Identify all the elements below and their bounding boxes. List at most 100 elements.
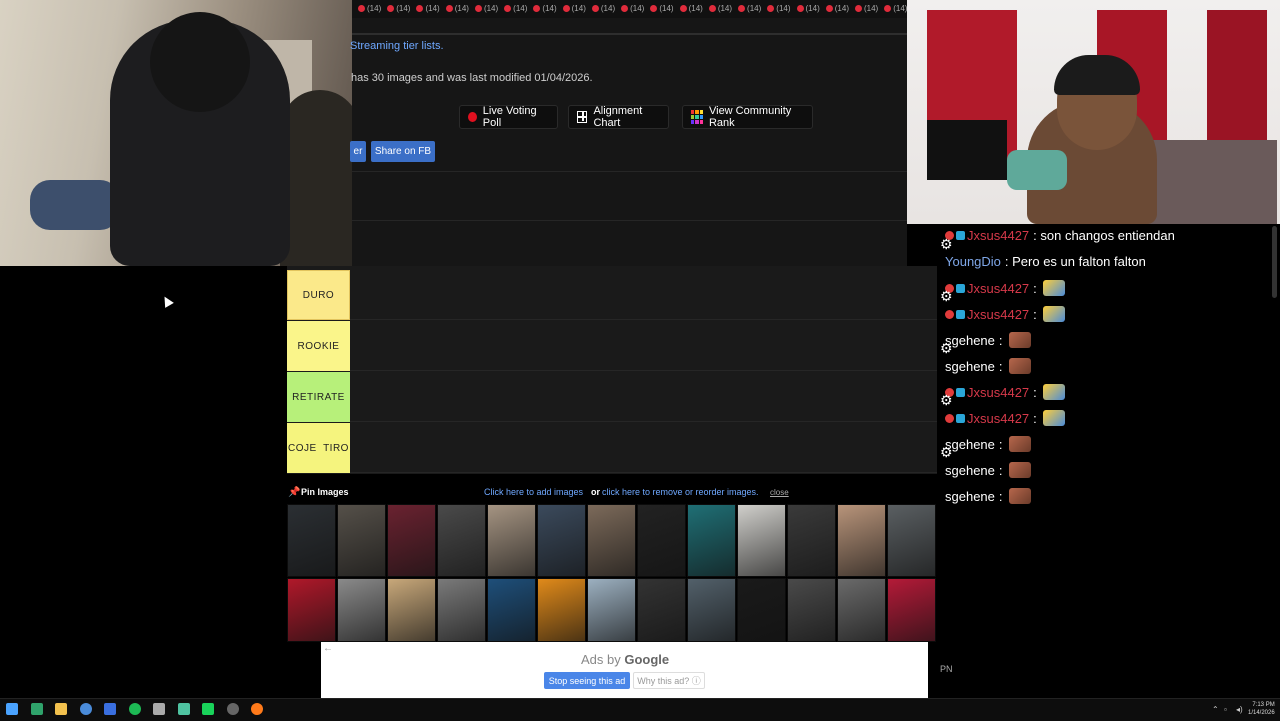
obs-icon[interactable] [226, 703, 239, 715]
windows-icon[interactable] [6, 703, 18, 715]
spotify-icon[interactable] [128, 703, 141, 715]
notification-count: (14) [425, 4, 440, 13]
file-explorer-icon[interactable] [55, 703, 67, 715]
divider [352, 220, 907, 221]
tier-image-thumbnail[interactable] [887, 578, 936, 642]
pen-icon[interactable] [153, 703, 165, 715]
tier-image-thumbnail[interactable] [337, 504, 386, 577]
chat-username[interactable]: sgehene [945, 359, 995, 374]
windows-taskbar [0, 698, 1280, 721]
notification-count: (14) [367, 4, 382, 13]
tier-image-thumbnail[interactable] [287, 504, 336, 577]
tier-label-coje-tiro[interactable]: COJE TIRO [287, 423, 350, 473]
share-twitter-button[interactable]: er [350, 141, 366, 162]
tier-label-duro[interactable]: DURO [287, 270, 350, 320]
tier-image-thumbnail[interactable] [737, 504, 786, 577]
gear-icon[interactable]: ⚙ [940, 288, 953, 305]
gear-icon[interactable]: ⚙ [940, 340, 953, 357]
app-blue-icon[interactable] [104, 703, 116, 715]
tier-image-thumbnail[interactable] [287, 578, 336, 642]
add-images-link[interactable]: Click here to add images [484, 487, 583, 497]
tier-image-thumbnail[interactable] [537, 504, 586, 577]
streaming-tier-lists-link[interactable]: Streaming tier lists. [350, 40, 444, 52]
share-facebook-button[interactable]: Share on FB [371, 141, 435, 162]
tier-image-thumbnail[interactable] [787, 504, 836, 577]
chat-text: : [998, 462, 1003, 478]
tier-image-thumbnail[interactable] [487, 504, 536, 577]
terminal-icon[interactable] [30, 703, 43, 715]
tier-image-thumbnail[interactable] [787, 578, 836, 642]
chat-text: : son changos entiendan [1033, 228, 1175, 243]
tier-row-duro[interactable] [350, 270, 937, 320]
tier-label-rookie[interactable]: ROOKIE [287, 321, 350, 371]
tier-row-retirate[interactable] [350, 372, 937, 422]
green-app-icon[interactable] [202, 703, 214, 715]
notification-count: (14) [717, 4, 733, 13]
chat-scrollbar[interactable] [1272, 226, 1277, 298]
chat-username[interactable]: Jxsus4427 [967, 228, 1029, 243]
tier-image-thumbnail[interactable] [387, 504, 436, 577]
tier-image-thumbnail[interactable] [837, 578, 886, 642]
tier-image-thumbnail[interactable] [587, 578, 636, 642]
tier-image-thumbnail[interactable] [837, 504, 886, 577]
emote-face-icon [1008, 358, 1031, 374]
webcam-right [907, 0, 1280, 224]
notification-count: (14) [571, 4, 586, 13]
chat-message: Jxsus4427: [945, 280, 1065, 296]
chat-username[interactable]: sgehene [945, 489, 995, 504]
blue-badge-icon [956, 309, 965, 319]
pin-images-toggle[interactable]: Pin Images [301, 487, 349, 497]
chat-username[interactable]: Jxsus4427 [967, 307, 1029, 322]
tier-image-thumbnail[interactable] [687, 504, 736, 577]
gear-icon[interactable]: ⚙ [940, 236, 953, 253]
blue-badge-icon [956, 231, 965, 240]
live-voting-poll-button[interactable]: Live Voting Poll [459, 105, 558, 129]
blue-badge-icon [956, 283, 965, 293]
gear-icon[interactable]: ⚙ [940, 392, 953, 409]
tier-row-coje-tiro[interactable] [350, 423, 937, 473]
tier-image-thumbnail[interactable] [437, 504, 486, 577]
tier-image-thumbnail[interactable] [637, 578, 686, 642]
tier-image-thumbnail[interactable] [587, 504, 636, 577]
clock-time: 7:13 PM [1252, 702, 1275, 708]
chat-username[interactable]: sgehene [945, 463, 995, 478]
notification-dot-icon [416, 5, 424, 13]
notification-dot-icon [445, 5, 453, 13]
alignment-chart-button[interactable]: Alignment Chart [568, 105, 669, 129]
view-community-rank-button[interactable]: View Community Rank [682, 105, 813, 129]
tier-image-thumbnail[interactable] [337, 578, 386, 642]
firefox-icon[interactable] [251, 703, 263, 715]
stop-seeing-ad-button[interactable]: Stop seeing this ad [544, 672, 630, 689]
chat-username[interactable]: Jxsus4427 [967, 385, 1029, 400]
why-this-ad-button[interactable]: Why this ad? ⓘ [633, 672, 705, 689]
notification-count: (14) [834, 4, 849, 13]
back-arrow-icon[interactable]: ← [323, 643, 333, 654]
tray-up-icon[interactable]: ⌃ [1212, 705, 1219, 714]
tier-image-thumbnail[interactable] [637, 504, 686, 577]
chrome-icon[interactable] [79, 703, 92, 715]
notification-dot-icon [591, 5, 599, 13]
chat-username[interactable]: Jxsus4427 [967, 281, 1029, 296]
reorder-images-link[interactable]: click here to remove or reorder images. [602, 487, 759, 497]
volume-icon[interactable]: ◂) [1236, 705, 1243, 714]
close-link[interactable]: close [770, 488, 789, 497]
tier-image-thumbnail[interactable] [537, 578, 586, 642]
tier-label-retirate[interactable]: RETIRATE [287, 372, 350, 422]
chat-username[interactable]: YoungDio [945, 254, 1001, 269]
tier-image-thumbnail[interactable] [687, 578, 736, 642]
tier-image-thumbnail[interactable] [737, 578, 786, 642]
tier-row-rookie[interactable] [350, 321, 937, 371]
tier-image-thumbnail[interactable] [387, 578, 436, 642]
chat-message: Jxsus4427: [945, 306, 1065, 322]
tier-image-thumbnail[interactable] [487, 578, 536, 642]
notification-count: (14) [659, 4, 674, 13]
notification-dot-icon [884, 5, 892, 13]
tier-image-thumbnail[interactable] [437, 578, 486, 642]
gear-icon[interactable]: ⚙ [940, 444, 953, 461]
tier-image-thumbnail[interactable] [887, 504, 936, 577]
terminal2-icon[interactable] [177, 703, 190, 715]
taskbar-clock[interactable]: 7:13 PM 1/14/2026 [1248, 701, 1275, 717]
chat-username[interactable]: Jxsus4427 [967, 411, 1029, 426]
network-icon[interactable]: ▫ [1224, 705, 1227, 714]
emote-face-icon [1008, 436, 1031, 452]
